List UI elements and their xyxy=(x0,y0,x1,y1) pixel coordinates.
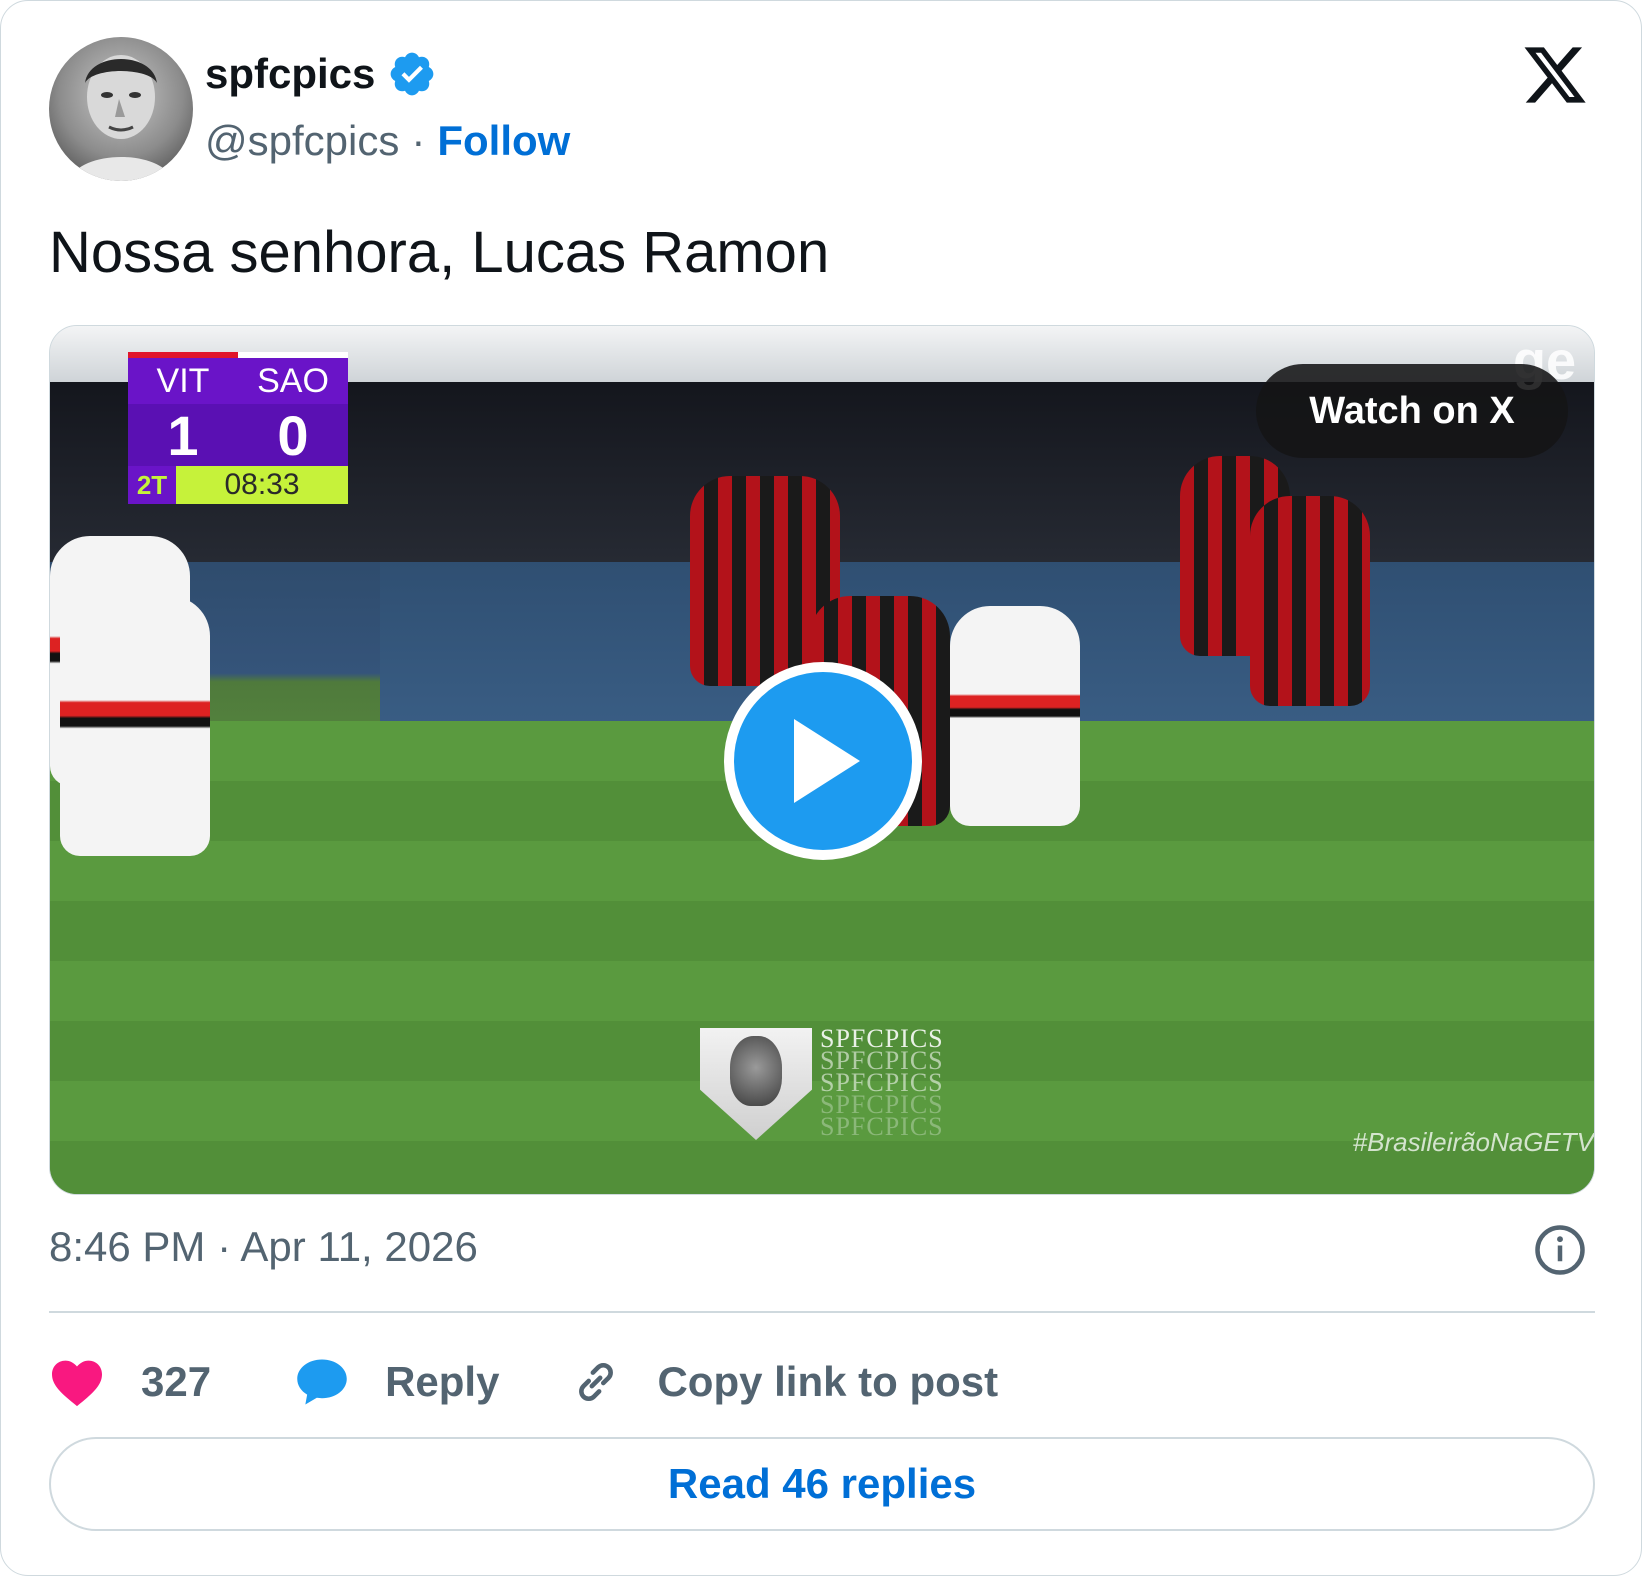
player-figure xyxy=(1250,496,1370,706)
author-name-row: spfcpics xyxy=(205,49,437,99)
away-team: SAO xyxy=(238,352,348,404)
tweet-text: Nossa senhora, Lucas Ramon xyxy=(49,220,830,285)
player-figure xyxy=(60,596,210,856)
verified-badge-icon xyxy=(391,52,434,96)
separator-dot: · xyxy=(411,117,426,164)
player-figure xyxy=(950,606,1080,826)
action-bar: 327 Reply Copy link to post xyxy=(49,1347,998,1417)
watermark-text: SPFCPICS SPFCPICS SPFCPICS SPFCPICS SPFC… xyxy=(820,1024,944,1141)
reply-bubble-icon xyxy=(297,1359,347,1405)
match-clock: 08:33 xyxy=(224,468,300,501)
avatar-portrait-icon xyxy=(69,55,173,181)
tweet-timestamp[interactable]: 8:46 PM · Apr 11, 2026 xyxy=(49,1223,478,1271)
play-button[interactable] xyxy=(724,662,922,860)
read-replies-button[interactable]: Read 46 replies xyxy=(49,1437,1595,1531)
like-count: 327 xyxy=(141,1358,212,1405)
reply-label: Reply xyxy=(385,1358,500,1405)
home-score: 1 xyxy=(167,403,199,467)
broadcast-hashtag: #BrasileirãoNaGETV xyxy=(1352,1127,1594,1157)
heart-icon xyxy=(52,1360,102,1407)
watermark: SPFCPICS SPFCPICS SPFCPICS SPFCPICS SPFC… xyxy=(700,1024,950,1148)
play-icon xyxy=(794,719,860,803)
away-score: 0 xyxy=(277,403,309,467)
follow-button[interactable]: Follow xyxy=(437,117,570,165)
copy-link-label: Copy link to post xyxy=(657,1358,999,1405)
match-period: 2T xyxy=(128,466,176,504)
author-handle-row: @spfcpics · Follow xyxy=(205,117,570,165)
tweet-embed-card: spfcpics @spfcpics · Follow Nossa senhor… xyxy=(0,0,1642,1576)
link-icon xyxy=(579,1362,614,1402)
info-icon[interactable] xyxy=(1533,1223,1587,1277)
like-button[interactable]: 327 xyxy=(49,1357,211,1407)
watermark-shield-icon xyxy=(700,1028,812,1140)
author-handle[interactable]: @spfcpics xyxy=(205,117,399,165)
reply-button[interactable]: Reply xyxy=(295,1357,499,1407)
scoreboard: VIT SAO 1 0 2T 08:33 xyxy=(128,352,348,504)
author-name[interactable]: spfcpics xyxy=(205,50,375,98)
x-logo-icon[interactable] xyxy=(1521,41,1589,109)
copy-link-button[interactable]: Copy link to post xyxy=(571,1357,998,1407)
video-player[interactable]: ge VIT SAO 1 0 2T 08:33 Watch on X SPFCP… xyxy=(49,325,1595,1195)
watch-on-x-button[interactable]: Watch on X xyxy=(1256,364,1568,458)
avatar[interactable] xyxy=(49,37,193,181)
divider xyxy=(49,1311,1595,1313)
home-team: VIT xyxy=(128,352,238,404)
